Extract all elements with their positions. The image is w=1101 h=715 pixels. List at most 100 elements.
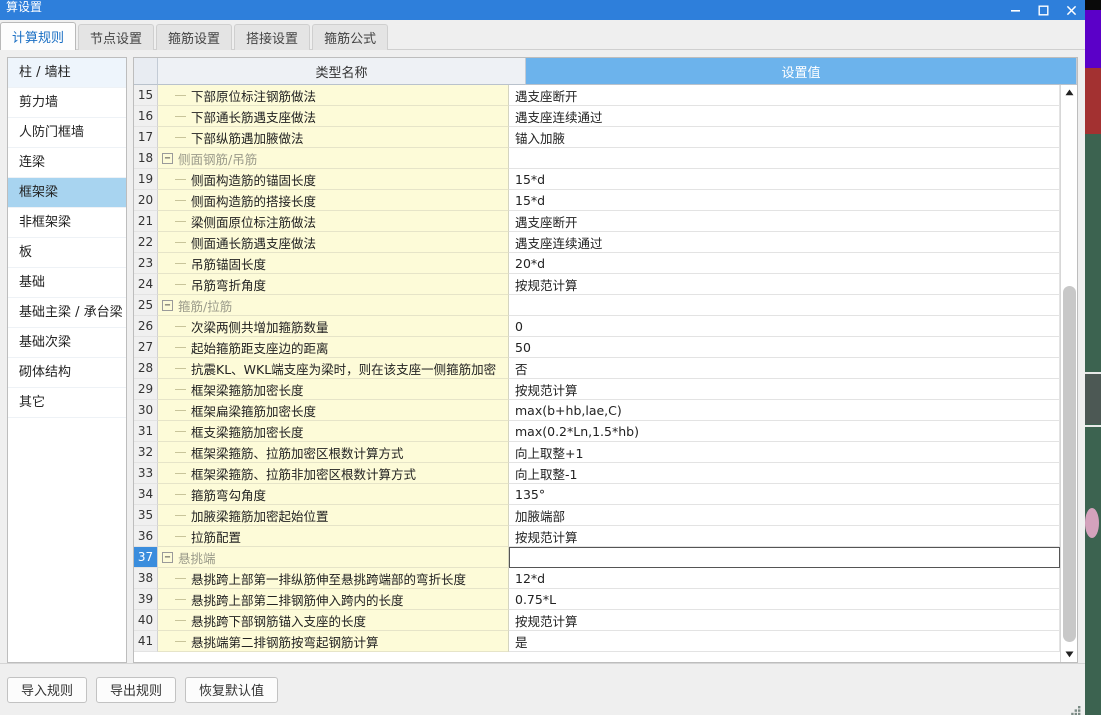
- row-setting-value-cell[interactable]: 加腋端部: [509, 505, 1060, 526]
- row-type-name-cell[interactable]: 吊筋锚固长度: [158, 253, 509, 274]
- row-setting-value-cell[interactable]: 15*d: [509, 169, 1060, 190]
- row-type-name-cell[interactable]: 悬挑跨上部第一排纵筋伸至悬挑跨端部的弯折长度: [158, 568, 509, 589]
- table-row[interactable]: 32 框架梁箍筋、拉筋加密区根数计算方式 向上取整+1: [134, 442, 1060, 463]
- tab-lap-settings[interactable]: 搭接设置: [234, 24, 311, 50]
- table-row[interactable]: 31 框支梁箍筋加密长度 max(0.2*Ln,1.5*hb): [134, 421, 1060, 442]
- row-index-cell[interactable]: 25: [134, 295, 158, 316]
- sidebar-item-10[interactable]: 砌体结构: [8, 358, 126, 388]
- scrollbar-track[interactable]: [1061, 100, 1078, 647]
- table-row[interactable]: 39 悬挑跨上部第二排钢筋伸入跨内的长度 0.75*L: [134, 589, 1060, 610]
- row-setting-value-cell[interactable]: 0.75*L: [509, 589, 1060, 610]
- row-index-cell[interactable]: 15: [134, 85, 158, 106]
- row-setting-value-cell[interactable]: max(b+hb,lae,C): [509, 400, 1060, 421]
- row-setting-value-cell[interactable]: 否: [509, 358, 1060, 379]
- row-index-cell[interactable]: 18: [134, 148, 158, 169]
- sidebar-item-4[interactable]: 框架梁: [8, 178, 126, 208]
- row-index-cell[interactable]: 23: [134, 253, 158, 274]
- sidebar-item-1[interactable]: 剪力墙: [8, 88, 126, 118]
- resize-grip-icon[interactable]: [1071, 701, 1082, 715]
- row-index-cell[interactable]: 34: [134, 484, 158, 505]
- row-index-cell[interactable]: 32: [134, 442, 158, 463]
- minimize-button[interactable]: [1001, 0, 1029, 20]
- row-type-name-cell[interactable]: 加腋梁箍筋加密起始位置: [158, 505, 509, 526]
- table-row[interactable]: 19 侧面构造筋的锚固长度 15*d: [134, 169, 1060, 190]
- tab-stirrup-formula[interactable]: 箍筋公式: [312, 24, 389, 50]
- sidebar-item-8[interactable]: 基础主梁 / 承台梁: [8, 298, 126, 328]
- row-type-name-cell[interactable]: 下部原位标注钢筋做法: [158, 85, 509, 106]
- row-setting-value-cell[interactable]: 按规范计算: [509, 526, 1060, 547]
- row-type-name-cell[interactable]: 框支梁箍筋加密长度: [158, 421, 509, 442]
- collapse-expander-icon[interactable]: −: [162, 551, 173, 563]
- vertical-scrollbar[interactable]: [1060, 85, 1077, 662]
- row-setting-value-cell[interactable]: max(0.2*Ln,1.5*hb): [509, 421, 1060, 442]
- row-type-name-cell[interactable]: − 悬挑端: [158, 547, 509, 568]
- row-index-cell[interactable]: 21: [134, 211, 158, 232]
- sidebar-item-3[interactable]: 连梁: [8, 148, 126, 178]
- tab-calculation-rules[interactable]: 计算规则: [0, 22, 77, 50]
- sidebar-item-9[interactable]: 基础次梁: [8, 328, 126, 358]
- row-setting-value-cell[interactable]: 12*d: [509, 568, 1060, 589]
- row-index-cell[interactable]: 40: [134, 610, 158, 631]
- row-setting-value-cell[interactable]: 锚入加腋: [509, 127, 1060, 148]
- row-index-cell[interactable]: 39: [134, 589, 158, 610]
- row-type-name-cell[interactable]: 梁侧面原位标注筋做法: [158, 211, 509, 232]
- row-setting-value-cell[interactable]: 20*d: [509, 253, 1060, 274]
- row-type-name-cell[interactable]: 框架梁箍筋加密长度: [158, 379, 509, 400]
- table-row[interactable]: 16 下部通长筋遇支座做法 遇支座连续通过: [134, 106, 1060, 127]
- row-setting-value-cell[interactable]: 按规范计算: [509, 379, 1060, 400]
- row-index-cell[interactable]: 24: [134, 274, 158, 295]
- import-rules-button[interactable]: 导入规则: [7, 676, 88, 703]
- row-type-name-cell[interactable]: 框架扁梁箍筋加密长度: [158, 400, 509, 421]
- row-type-name-cell[interactable]: 次梁两侧共增加箍筋数量: [158, 316, 509, 337]
- row-setting-value-cell[interactable]: 135°: [509, 484, 1060, 505]
- sidebar-item-7[interactable]: 基础: [8, 268, 126, 298]
- grid-header-type-name[interactable]: 类型名称: [158, 58, 526, 85]
- table-row[interactable]: 21 梁侧面原位标注筋做法 遇支座断开: [134, 211, 1060, 232]
- row-setting-value-cell[interactable]: 是: [509, 631, 1060, 652]
- row-index-cell[interactable]: 35: [134, 505, 158, 526]
- row-index-cell[interactable]: 36: [134, 526, 158, 547]
- row-index-cell[interactable]: 16: [134, 106, 158, 127]
- scroll-up-arrow-icon[interactable]: [1061, 85, 1078, 100]
- grid-header-setting-value[interactable]: 设置值: [526, 58, 1077, 85]
- table-row[interactable]: 38 悬挑跨上部第一排纵筋伸至悬挑跨端部的弯折长度 12*d: [134, 568, 1060, 589]
- row-type-name-cell[interactable]: 侧面构造筋的锚固长度: [158, 169, 509, 190]
- row-type-name-cell[interactable]: 侧面构造筋的搭接长度: [158, 190, 509, 211]
- table-row[interactable]: 40 悬挑跨下部钢筋锚入支座的长度 按规范计算: [134, 610, 1060, 631]
- row-index-cell[interactable]: 22: [134, 232, 158, 253]
- table-row[interactable]: 30 框架扁梁箍筋加密长度 max(b+hb,lae,C): [134, 400, 1060, 421]
- table-row[interactable]: 35 加腋梁箍筋加密起始位置 加腋端部: [134, 505, 1060, 526]
- maximize-button[interactable]: [1029, 0, 1057, 20]
- row-type-name-cell[interactable]: − 箍筋/拉筋: [158, 295, 509, 316]
- row-type-name-cell[interactable]: 箍筋弯勾角度: [158, 484, 509, 505]
- row-type-name-cell[interactable]: 悬挑跨下部钢筋锚入支座的长度: [158, 610, 509, 631]
- collapse-expander-icon[interactable]: −: [162, 152, 173, 164]
- row-setting-value-cell[interactable]: [509, 547, 1060, 568]
- collapse-expander-icon[interactable]: −: [162, 299, 173, 311]
- row-setting-value-cell[interactable]: 0: [509, 316, 1060, 337]
- row-type-name-cell[interactable]: 下部通长筋遇支座做法: [158, 106, 509, 127]
- sidebar-item-6[interactable]: 板: [8, 238, 126, 268]
- row-index-cell[interactable]: 28: [134, 358, 158, 379]
- row-type-name-cell[interactable]: 起始箍筋距支座边的距离: [158, 337, 509, 358]
- row-setting-value-cell[interactable]: 遇支座连续通过: [509, 106, 1060, 127]
- table-row[interactable]: 33 框架梁箍筋、拉筋非加密区根数计算方式 向上取整-1: [134, 463, 1060, 484]
- row-setting-value-cell[interactable]: 50: [509, 337, 1060, 358]
- row-setting-value-cell[interactable]: 向上取整-1: [509, 463, 1060, 484]
- export-rules-button[interactable]: 导出规则: [96, 676, 177, 703]
- row-type-name-cell[interactable]: 悬挑跨上部第二排钢筋伸入跨内的长度: [158, 589, 509, 610]
- close-button[interactable]: [1057, 0, 1085, 20]
- table-row[interactable]: 24 吊筋弯折角度 按规范计算: [134, 274, 1060, 295]
- row-type-name-cell[interactable]: 悬挑端第二排钢筋按弯起钢筋计算: [158, 631, 509, 652]
- tab-node-settings[interactable]: 节点设置: [78, 24, 155, 50]
- tab-stirrup-settings[interactable]: 箍筋设置: [156, 24, 233, 50]
- table-row[interactable]: 20 侧面构造筋的搭接长度 15*d: [134, 190, 1060, 211]
- scrollbar-thumb[interactable]: [1062, 285, 1076, 642]
- table-row[interactable]: 22 侧面通长筋遇支座做法 遇支座连续通过: [134, 232, 1060, 253]
- table-row[interactable]: 15 下部原位标注钢筋做法 遇支座断开: [134, 85, 1060, 106]
- row-type-name-cell[interactable]: 抗震KL、WKL端支座为梁时，则在该支座一侧箍筋加密: [158, 358, 509, 379]
- row-index-cell[interactable]: 29: [134, 379, 158, 400]
- row-setting-value-cell[interactable]: 按规范计算: [509, 610, 1060, 631]
- row-setting-value-cell[interactable]: 遇支座断开: [509, 85, 1060, 106]
- table-row[interactable]: 26 次梁两侧共增加箍筋数量 0: [134, 316, 1060, 337]
